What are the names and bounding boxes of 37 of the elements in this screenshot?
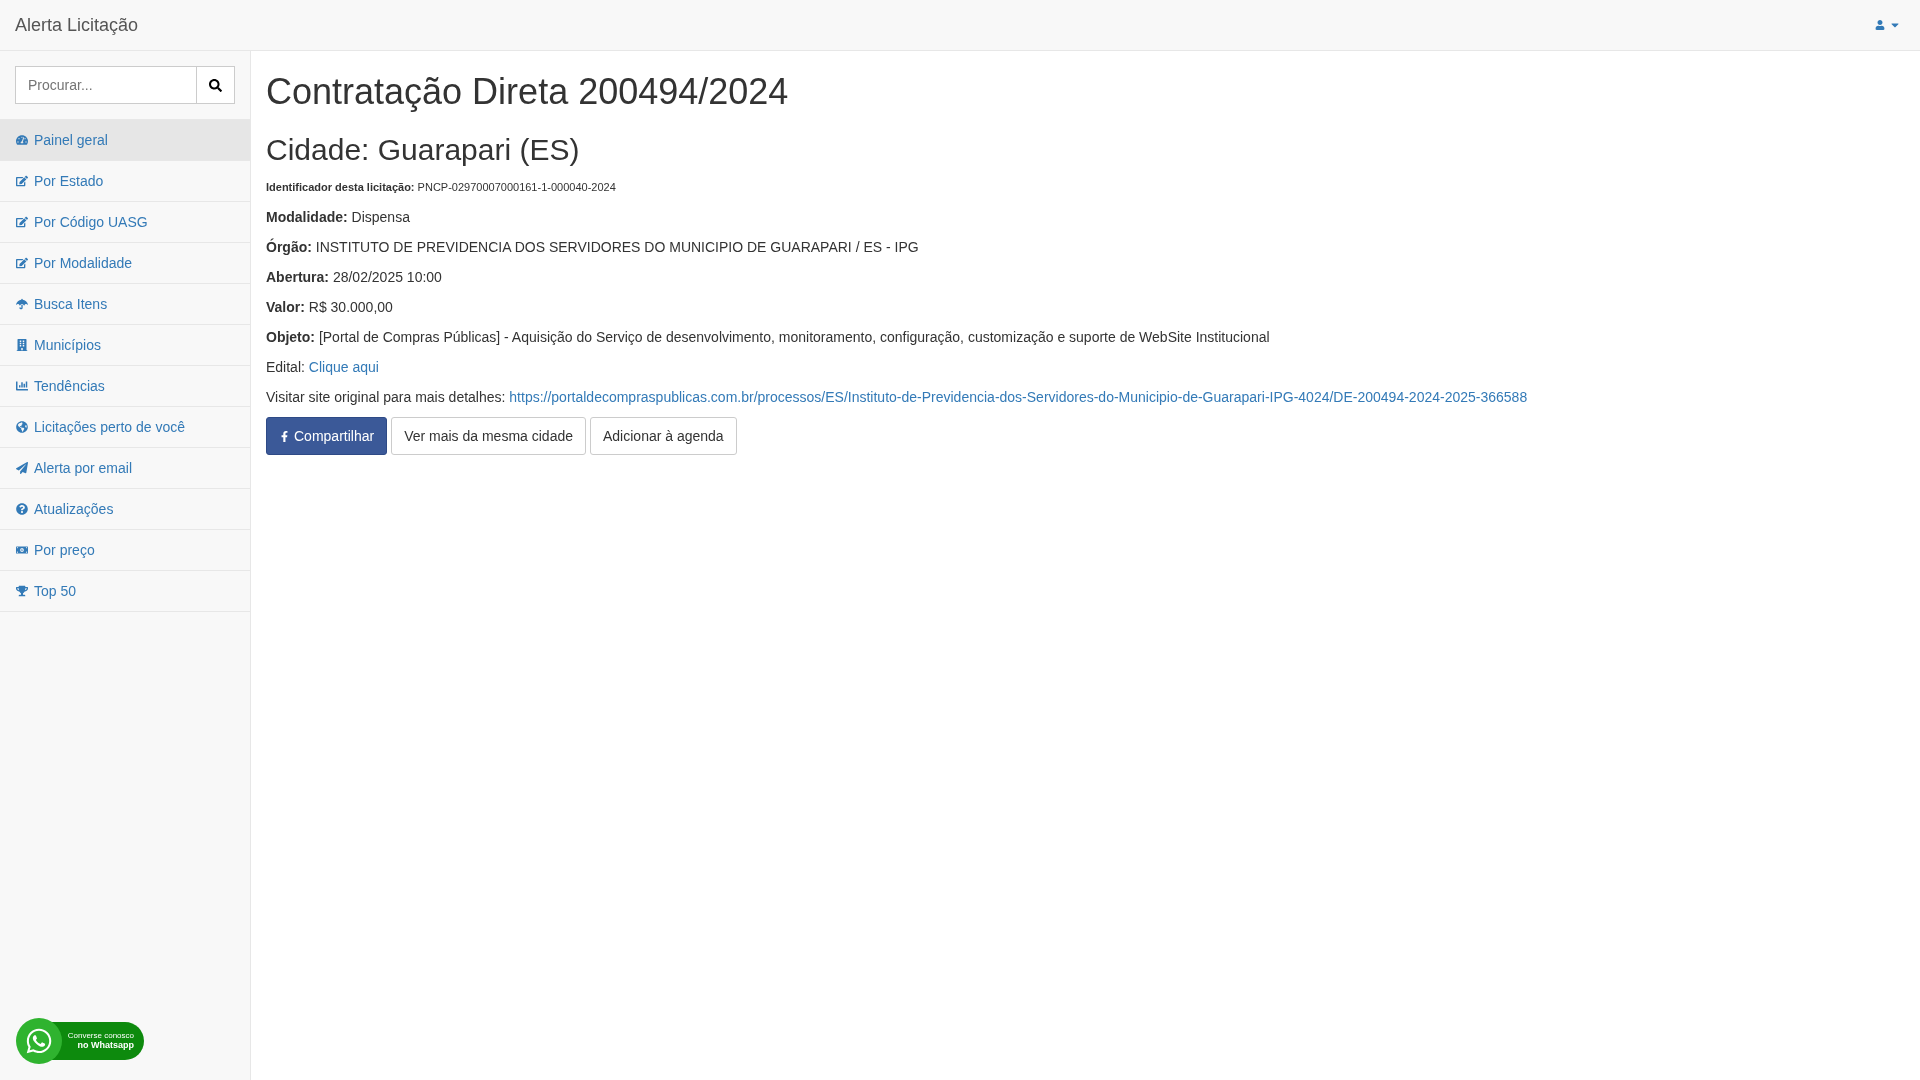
detail-text: Valor: R$ 30.000,00: [266, 298, 394, 317]
dashboard-icon: [16, 134, 28, 146]
detail-text: Identificador desta licitação: PNCP-02970007000161-1-000040-2024: [266, 180, 617, 195]
umbrella-icon: [16, 298, 28, 310]
user-icon: [1875, 20, 1885, 30]
detail-text: Órgão: INSTITUTO DE PREVIDENCIA DOS SERVIDORES DO MUNICIPIO DE GUARAPARI / ES - IPG: [266, 237, 920, 257]
brand-title: Alerta Licitação: [15, 14, 139, 36]
page-title: Contratação Direta 200494/2024: [266, 71, 790, 113]
whatsapp-text: no Whatsapp: [77, 1040, 134, 1052]
detail-link[interactable]: https://portaldecompraspublicas.com.br/processos/ES/Instituto-de-Previdencia-dos-Servidores-do-Municipio-de-Guarapari-IPG-4024/DE-200494-2024-2025-366588: [509, 389, 1528, 405]
paper-plane-icon: [16, 462, 28, 474]
banknote-icon: [16, 544, 28, 556]
bar-chart-icon: [16, 380, 28, 392]
city-heading: Cidade: Guarapari (ES): [266, 133, 581, 167]
facebook-icon: [279, 430, 290, 442]
share-button[interactable]: Compartilhar: [266, 417, 388, 455]
edit-icon: [16, 216, 28, 228]
search-button[interactable]: [196, 66, 235, 104]
detail-text: Objeto: [Portal de Compras Públicas] - Aquisição do Serviço de desenvolvimento, monitoramento, configuração, customização e suporte de WebSite Institucional: [266, 328, 1271, 347]
globe-icon: [16, 421, 28, 433]
whatsapp-icon: [25, 1027, 53, 1055]
action-button[interactable]: Adicionar à agenda: [590, 417, 737, 455]
detail-text: Modalidade: Dispensa: [266, 208, 411, 227]
question-icon: [16, 503, 28, 515]
detail-label: Edital:: [266, 359, 305, 375]
trophy-icon: [16, 585, 28, 597]
whatsapp-text: Converse conosco: [67, 1030, 134, 1041]
edit-icon: [16, 257, 28, 269]
edit-icon: [16, 175, 28, 187]
search-icon: [209, 78, 222, 92]
action-button[interactable]: Ver mais da mesma cidade: [391, 417, 586, 455]
detail-link[interactable]: Clique aqui: [308, 359, 379, 375]
building-icon: [16, 339, 28, 351]
detail-text: Abertura: 28/02/2025 10:00: [266, 268, 443, 287]
sidebar-item[interactable]: Painel geral: [0, 120, 250, 161]
detail-label: Visitar site original para mais detalhes:: [266, 389, 506, 405]
search-field[interactable]: Procurar...: [15, 66, 196, 104]
